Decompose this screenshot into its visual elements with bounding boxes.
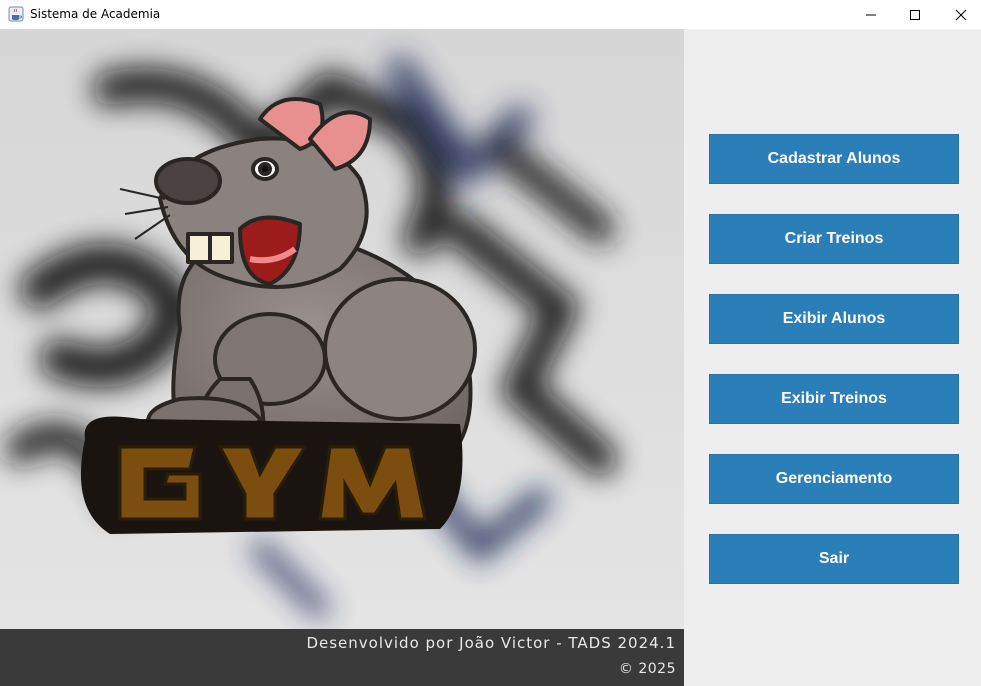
java-coffee-icon [8,6,24,22]
maximize-button[interactable] [892,0,938,29]
minimize-button[interactable] [848,0,894,29]
gym-logo-panel: Desenvolvido por João Victor - TADS 2024… [0,29,684,686]
app-window: Sistema de Academia Desenvolvido por Joã… [0,0,981,686]
maximize-icon [910,9,920,20]
cadastrar-alunos-button[interactable]: Cadastrar Alunos [709,134,959,184]
menu-panel: Cadastrar Alunos Criar Treinos Exibir Al… [684,29,981,686]
copyright-text: © 2025 [618,661,676,677]
criar-treinos-button[interactable]: Criar Treinos [709,214,959,264]
exibir-alunos-button[interactable]: Exibir Alunos [709,294,959,344]
close-button[interactable] [938,0,981,29]
close-icon [955,9,967,20]
window-title: Sistema de Academia [30,7,161,21]
sair-button[interactable]: Sair [709,534,959,584]
title-bar[interactable]: Sistema de Academia [0,0,981,29]
exibir-treinos-button[interactable]: Exibir Treinos [709,374,959,424]
gerenciamento-button[interactable]: Gerenciamento [709,454,959,504]
developer-credit: Desenvolvido por João Victor - TADS 2024… [306,634,676,652]
gym-rat-mascot-image [0,29,684,629]
minimize-icon [866,14,876,15]
